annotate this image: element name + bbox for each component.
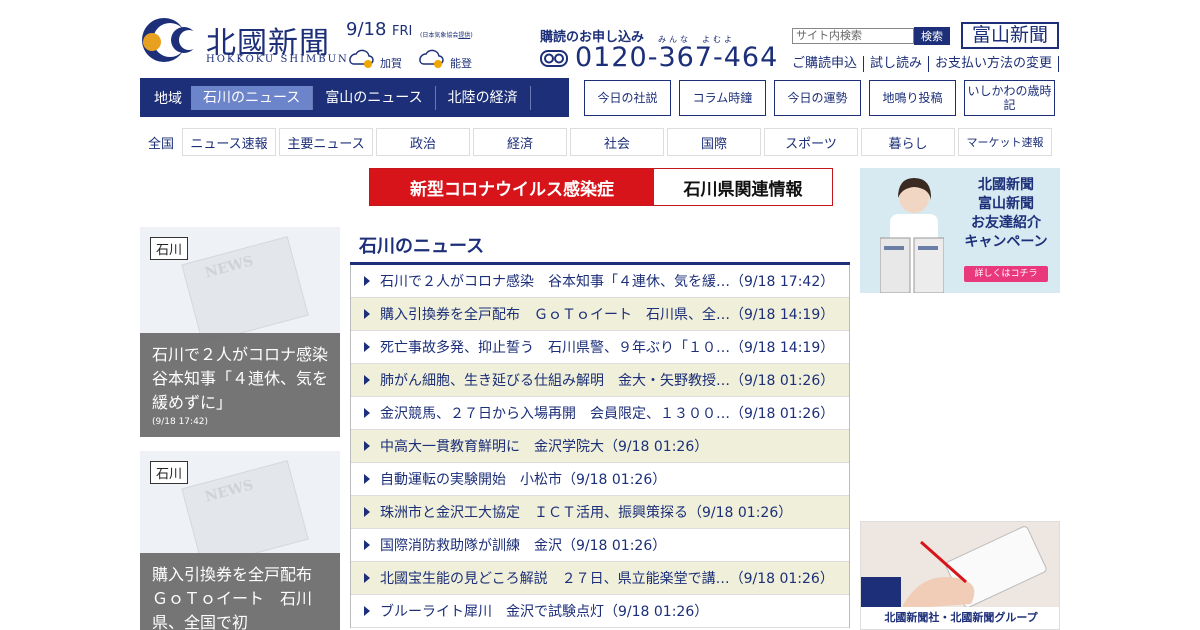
cloudy-sunny-icon [349,49,374,68]
card-region-tag: 石川 [150,461,189,484]
trial-link[interactable]: 試し読み [864,56,930,72]
category-breaking-news[interactable]: ニュース速報 [182,128,276,156]
arrow-right-icon [364,342,370,352]
ad-details-button[interactable]: 詳しくはコチラ [964,266,1048,282]
horoscope-button[interactable]: 今日の運勢 [774,80,861,116]
phone-number[interactable]: 0120-367-464 [575,42,778,73]
card-caption: 石川で２人がコロナ感染 谷本知事「４連休、気を緩めずに」 (9/18 17:42… [140,333,340,437]
arrow-right-icon [364,309,370,319]
payment-change-link[interactable]: お支払い方法の変更 [929,56,1060,72]
subscription-links: ご購読申込 試し読み お支払い方法の変更 [786,56,1060,72]
corona-banner-title: 新型コロナウイルス感染症 [370,169,654,205]
category-sports[interactable]: スポーツ [764,128,858,156]
news-section-heading: 石川のニュース [359,236,485,257]
seasonal-calendar-button[interactable]: いしかわの歳時記 [964,80,1055,116]
category-economy[interactable]: 経済 [473,128,567,156]
group-ad[interactable]: 北國新聞社・北國新聞グループ [860,521,1060,630]
arrow-right-icon [364,606,370,616]
region-nav: 地域 石川のニュース 富山のニュース 北陸の経済 [140,78,569,117]
column-button[interactable]: コラム時鐘 [679,80,766,116]
news-list-item[interactable]: 購入引換券を全戸配布 ＧｏＴｏイート 石川県、全…（9/18 14:19） [351,298,849,331]
news-list: 石川で２人がコロナ感染 谷本知事「４連休、気を緩…（9/18 17:42） 購入… [350,265,850,628]
category-market[interactable]: マーケット速報 [958,128,1052,156]
news-list-item[interactable]: 石川で２人がコロナ感染 谷本知事「４連休、気を緩…（9/18 17:42） [351,265,849,298]
arrow-right-icon [364,408,370,418]
card-caption: 購入引換券を全戸配布 ＧｏＴｏイート 石川県、全国で初 [140,553,340,630]
card-date: (9/18 17:42) [152,417,209,427]
weather-kaga[interactable]: 加賀 [346,44,402,72]
tab-ishikawa-news[interactable]: 石川のニュース [191,85,314,110]
newspaper-watermark: NEWS [203,477,256,506]
news-list-item[interactable]: 北國宝生能の見どころ解説 ２７日、県立能楽堂で講…（9/18 01:26） [351,562,849,595]
news-list-item[interactable]: 死亡事故多発、抑止誓う 石川県警、９年ぶり「１０…（9/18 14:19） [351,331,849,364]
tab-hokuriku-economy[interactable]: 北陸の経済 [436,85,531,110]
weather-source: (日本気象協会提供) [420,32,473,39]
arrow-right-icon [364,507,370,517]
category-top-news[interactable]: 主要ニュース [279,128,373,156]
category-society[interactable]: 社会 [570,128,664,156]
reader-posts-button[interactable]: 地鳴り投稿 [869,80,956,116]
arrow-right-icon [364,474,370,484]
news-list-item[interactable]: 珠洲市と金沢工大協定 ＩＣＴ活用、振興策探る（9/18 01:26） [351,496,849,529]
free-dial-icon [540,50,568,67]
weather-area-label: 加賀 [380,57,402,70]
news-list-item[interactable]: 金沢競馬、２７日から入場再開 会員限定、１３００…（9/18 01:26） [351,397,849,430]
weather-area-label: 能登 [450,57,472,70]
arrow-right-icon [364,276,370,286]
news-card[interactable]: NEWS 石川 購入引換券を全戸配布 ＧｏＴｏイート 石川県、全国で初 [140,451,340,630]
ad-footer: 北國新聞社・北國新聞グループ [861,607,1059,629]
category-nav-label: 全国 [147,136,174,152]
news-list-item[interactable]: ブルーライト犀川 金沢で試験点灯（9/18 01:26） [351,595,849,628]
weather-noto[interactable]: 能登 [416,44,472,72]
subscribe-link[interactable]: ご購読申込 [786,56,865,72]
arrow-right-icon [364,375,370,385]
tab-toyama-news[interactable]: 富山のニュース [313,85,436,110]
weather-source-link[interactable]: 提供 [458,32,470,39]
category-politics[interactable]: 政治 [376,128,470,156]
logo-mark-icon [142,18,198,62]
category-international[interactable]: 国際 [667,128,761,156]
search-button[interactable]: 検索 [914,27,950,45]
ad-headline: 北國新聞 富山新聞 お友達紹介 キャンペーン [964,177,1048,250]
feature-nav: 今日の社説 コラム時鐘 今日の運勢 地鳴り投稿 いしかわの歳時記 [584,80,1055,116]
category-nav: 全国 ニュース速報 主要ニュース 政治 経済 社会 国際 スポーツ 暮らし マー… [140,128,1055,156]
day-of-week: FRI [392,24,413,39]
corona-banner[interactable]: 新型コロナウイルス感染症 石川県関連情報 [369,168,833,206]
news-list-item[interactable]: 中高大一貫教育鮮明に 金沢学院大（9/18 01:26） [351,430,849,463]
newspaper-image: NEWS [181,460,309,568]
newspaper-image: NEWS [181,236,309,344]
card-region-tag: 石川 [150,237,189,260]
arrow-right-icon [364,540,370,550]
news-list-item[interactable]: 自動運転の実験開始 小松市（9/18 01:26） [351,463,849,496]
arrow-right-icon [364,441,370,451]
friend-referral-ad[interactable]: 北國新聞 富山新聞 お友達紹介 キャンペーン 詳しくはコチラ [860,168,1060,293]
editorial-button[interactable]: 今日の社説 [584,80,671,116]
newspaper-watermark: NEWS [203,253,256,282]
card-title: 石川で２人がコロナ感染 谷本知事「４連休、気を緩めずに」 [152,345,340,412]
card-title: 購入引換券を全戸配布 ＧｏＴｏイート 石川県、全国で初 [152,565,329,630]
category-lifestyle[interactable]: 暮らし [861,128,955,156]
hand-with-tablet-image [861,522,1059,609]
toyama-shimbun-link[interactable]: 富山新聞 [961,22,1059,49]
current-date: 9/18 [346,19,387,40]
model-photo [880,178,944,293]
cloudy-sunny-icon [419,49,444,68]
corona-banner-subtitle: 石川県関連情報 [654,169,832,205]
news-card[interactable]: NEWS 石川 石川で２人がコロナ感染 谷本知事「４連休、気を緩めずに」 (9/… [140,227,340,437]
search-input[interactable] [792,28,914,44]
site-logo[interactable]: 北國新聞 HOKKOKU SHIMBUN [140,16,347,66]
region-nav-label: 地域 [154,90,182,107]
news-list-item[interactable]: 肺がん細胞、生き延びる仕組み解明 金大・矢野教授…（9/18 01:26） [351,364,849,397]
news-list-item[interactable]: 国際消防救助隊が訓練 金沢（9/18 01:26） [351,529,849,562]
logo-text-en: HOKKOKU SHIMBUN [206,54,349,65]
arrow-right-icon [364,573,370,583]
